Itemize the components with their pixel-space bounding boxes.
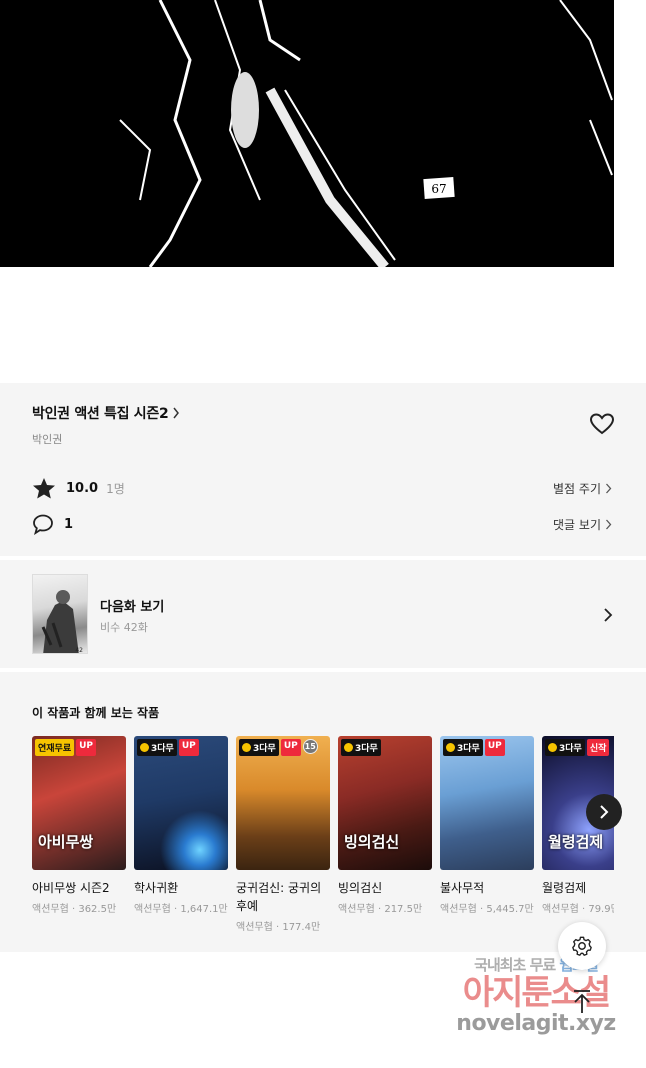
rating-count: 1명 [106,481,125,496]
clock-icon [446,743,455,752]
rate-button-label: 별점 주기 [553,482,601,496]
view-comments-label: 댓글 보기 [553,518,601,532]
recommendation-meta: 액션무협 · 1,647.1만 [134,904,228,915]
new-badge: 신작 [586,739,610,756]
recommendation-meta: 액션무협 · 217.5만 [338,904,423,915]
settings-button[interactable] [558,922,606,970]
cover-title-text: 빙의검신 [344,833,400,851]
badge-group: 3다무 UP 15 [239,739,318,756]
comic-artwork: 67 [0,0,614,267]
recommendation-meta: 액션무협 · 177.4만 [236,922,321,933]
next-episode-label: 다음화 보기 [100,600,165,615]
thumbnail-artwork: 42 [41,590,83,654]
recommendation-title: 아비무쌍 시즌2 [32,881,110,895]
chevron-right-icon [173,407,180,419]
star-icon [33,478,55,499]
rate-button[interactable]: 별점 주기 [553,480,612,497]
series-title: 박인권 액션 특집 시즌2 [32,406,169,422]
chevron-right-icon [606,483,612,494]
author-name: 박인권 [32,433,63,446]
free-badge: 연재무료 [35,739,75,756]
clock-icon [242,743,251,752]
cover-art [134,736,228,870]
chevron-right-icon [604,608,613,622]
up-badge: UP [280,739,301,756]
next-episode-thumbnail: 42 [32,574,88,654]
recommendations-section: 이 작품과 함께 보는 작품 연재무료 UP 아비무쌍 아비무쌍 시즌2 액션무… [0,672,646,952]
heart-icon[interactable] [589,412,615,436]
recommendation-cover: 3다무 빙의검신 [338,736,432,870]
clock-icon [140,743,149,752]
wait-free-label: 3다무 [355,744,378,754]
up-badge: UP [178,739,199,756]
rating-summary: 10.0 1명 [32,477,125,499]
chevron-right-icon [606,519,612,530]
chevron-right-icon [600,805,609,819]
recommendation-meta: 액션무협 · 5,445.7만 [440,904,534,915]
wait-free-label: 3다무 [253,744,276,754]
recommendation-card[interactable]: 3다무 빙의검신 빙의검신 액션무협 · 217.5만 [338,736,432,915]
badge-group: 3다무 UP [137,739,199,756]
age-rating-badge: 15 [302,739,318,754]
carousel-next-button[interactable] [586,794,622,830]
cover-art [440,736,534,870]
comic-page-number: 67 [431,182,446,196]
recommendation-card[interactable]: 연재무료 UP 아비무쌍 아비무쌍 시즌2 액션무협 · 362.5만 [32,736,126,915]
clock-icon [344,743,353,752]
comment-count: 1 [64,516,74,532]
badge-group: 3다무 신작 [545,739,610,756]
badge-group: 3다무 UP [443,739,505,756]
comment-summary: 1 [32,513,73,535]
recommendation-title: 월령검제 [542,881,587,895]
wait-free-label: 3다무 [457,744,480,754]
episode-info: 박인권 액션 특집 시즌2 박인권 10.0 1명 별점 주기 1 댓글 보기 [0,383,646,556]
recommendation-title: 빙의검신 [338,881,383,895]
next-episode-subtitle: 비수 42화 [100,621,148,634]
wait-free-badge: 3다무 [341,739,381,756]
recommendation-cover: 연재무료 UP 아비무쌍 [32,736,126,870]
recommendation-cover: 3다무 UP 15 [236,736,330,870]
scroll-top-button[interactable] [560,980,604,1024]
recommendations-heading: 이 작품과 함께 보는 작품 [32,706,160,720]
gear-icon [572,936,592,956]
up-badge: UP [484,739,505,756]
arrow-up-icon [574,990,590,1013]
clock-icon [548,743,557,752]
recommendations-carousel: 연재무료 UP 아비무쌍 아비무쌍 시즌2 액션무협 · 362.5만 3다무 … [32,736,614,946]
wait-free-badge: 3다무 [443,739,483,756]
cover-title-text: 아비무쌍 [38,833,94,851]
wait-free-label: 3다무 [151,744,174,754]
up-badge: UP [76,739,97,756]
recommendation-cover: 3다무 UP [440,736,534,870]
view-comments-button[interactable]: 댓글 보기 [553,516,612,533]
recommendation-title: 궁귀검신: 궁귀의 후예 [236,881,322,913]
rating-score: 10.0 [66,480,99,496]
recommendation-cover: 3다무 UP [134,736,228,870]
recommendation-card[interactable]: 3다무 UP 15 궁귀검신: 궁귀의 후예 액션무협 · 177.4만 [236,736,330,933]
next-episode-card[interactable]: 42 다음화 보기 비수 42화 [0,560,646,668]
series-title-link[interactable]: 박인권 액션 특집 시즌2 [32,403,180,423]
wait-free-badge: 3다무 [239,739,279,756]
comic-panel: 67 [0,0,614,267]
recommendation-meta: 액션무협 · 79.9만 [542,904,614,915]
recommendation-title: 학사귀환 [134,881,179,895]
badge-group: 3다무 [341,739,381,756]
wait-free-badge: 3다무 [545,739,585,756]
thumbnail-number: 42 [75,647,83,654]
badge-group: 연재무료 UP [35,739,97,756]
watermark-line1-text: 국내최초 무료 [474,956,556,974]
cover-title-text: 월령검제 [548,833,604,851]
wait-free-label: 3다무 [559,744,582,754]
recommendation-meta: 액션무협 · 362.5만 [32,904,117,915]
comment-icon [33,514,53,535]
recommendation-title: 불사무적 [440,881,485,895]
cover-art [236,736,330,870]
recommendation-card[interactable]: 3다무 UP 학사귀환 액션무협 · 1,647.1만 [134,736,228,915]
recommendation-card[interactable]: 3다무 UP 불사무적 액션무협 · 5,445.7만 [440,736,534,915]
wait-free-badge: 3다무 [137,739,177,756]
